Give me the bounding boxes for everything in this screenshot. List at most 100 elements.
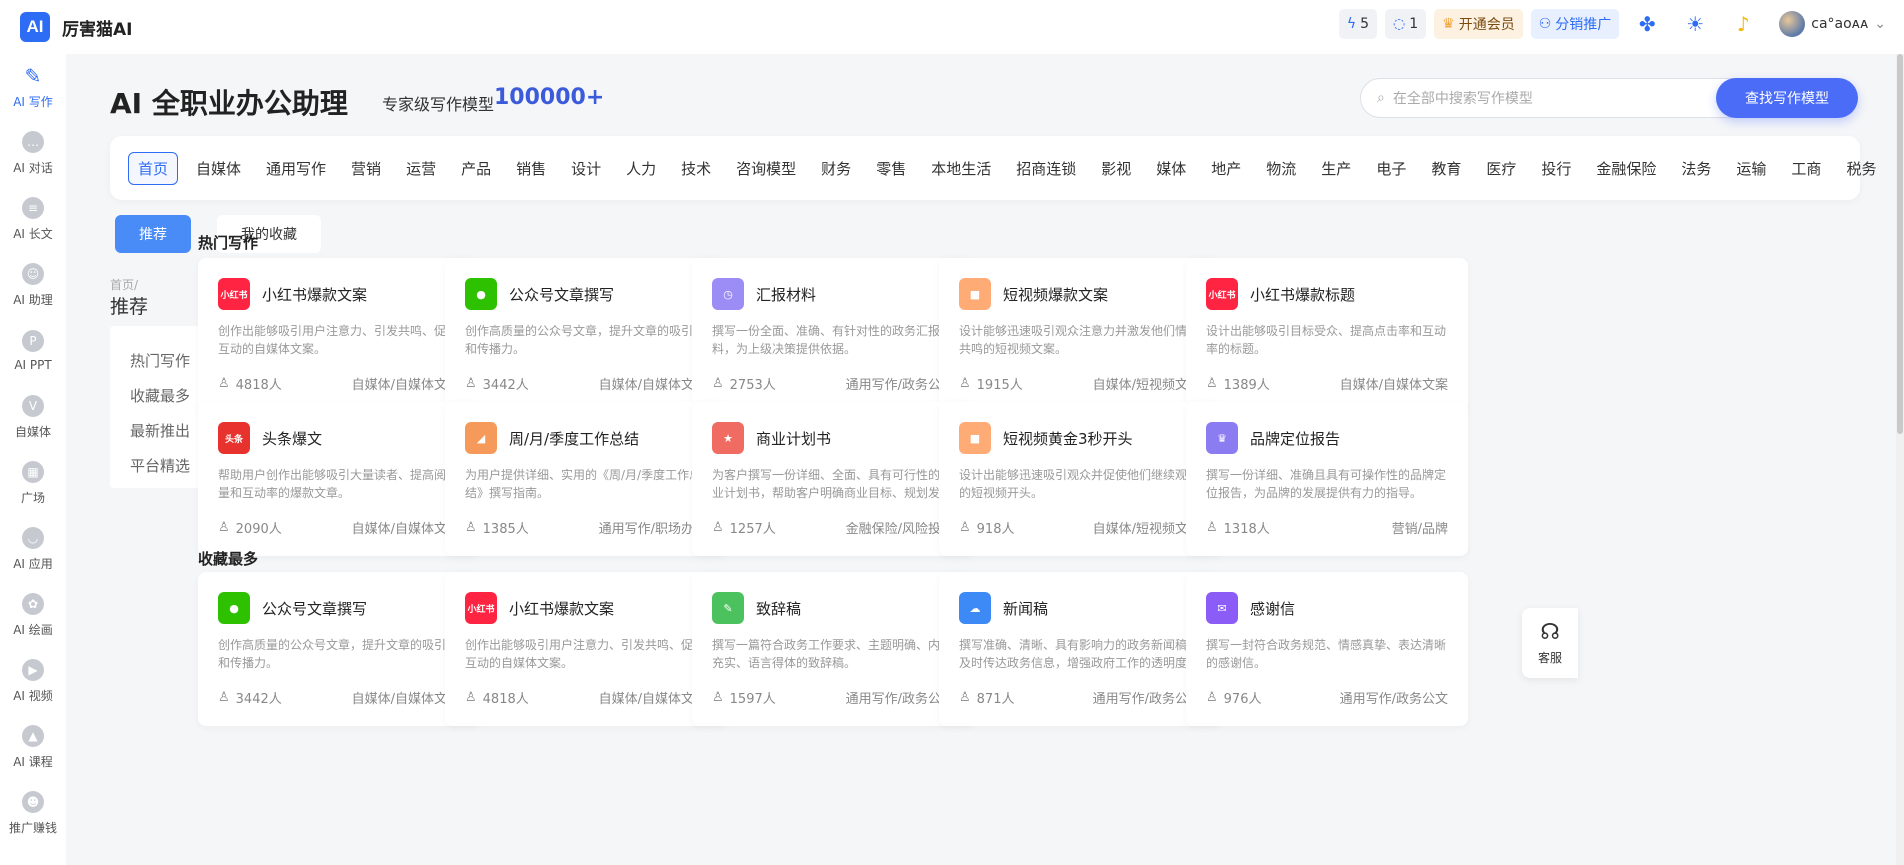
card-header: ◷ 汇报材料	[712, 278, 816, 310]
card-header: 小红书 小红书爆款文案	[465, 592, 614, 624]
category-tab[interactable]: 税务	[1846, 158, 1876, 179]
category-tab[interactable]: 教育	[1431, 158, 1461, 179]
doc-icon: ≡	[22, 196, 44, 219]
sidebar-item[interactable]: P AI PPT	[0, 318, 66, 384]
sidebar-item[interactable]: ☺ AI 助理	[0, 252, 66, 318]
card-title: 短视频爆款文案	[1003, 285, 1109, 304]
category-tab[interactable]: 医疗	[1486, 158, 1516, 179]
model-card[interactable]: 小红书 小红书爆款文案 创作出能够吸引用户注意力、引发共鸣、促进互动的自媒体文案。 ♙…	[198, 258, 480, 412]
card-header: ☁ 新闻稿	[959, 592, 1048, 624]
share-icon: ⚇	[1538, 16, 1552, 32]
course-icon: ▲	[22, 724, 44, 747]
category-tab[interactable]: 金融保险	[1596, 158, 1656, 179]
card-title: 短视频黄金3秒开头	[1003, 429, 1133, 448]
card-footer: ♙ 1915人 自媒体/短视频文案	[959, 374, 1201, 393]
model-card[interactable]: 小红书 小红书爆款文案 创作出能够吸引用户注意力、引发共鸣、促进互动的自媒体文案。 ♙…	[445, 572, 727, 726]
sidebar-item[interactable]: ◡ AI 应用	[0, 516, 66, 582]
scrollbar-thumb[interactable]	[1897, 54, 1903, 434]
category-tab[interactable]: 招商连锁	[1016, 158, 1076, 179]
model-card[interactable]: ✉ 感谢信 撰写一封符合政务规范、情感真挚、表达清晰的感谢信。 ♙ 976人 通用写作/政…	[1186, 572, 1468, 726]
vip-label: 开通会员	[1458, 17, 1515, 33]
card-header: ✉ 感谢信	[1206, 592, 1295, 624]
category-tab[interactable]: 首页	[128, 151, 179, 185]
tab-recommend[interactable]: 推荐	[115, 215, 191, 253]
model-card[interactable]: ◷ 汇报材料 撰写一份全面、准确、有针对性的政务汇报材料，为上级决策提供依据。 ♙ 27…	[692, 258, 974, 412]
category-tab[interactable]: 人力	[626, 158, 656, 179]
model-card[interactable]: 头条 头条爆文 帮助用户创作出能够吸引大量读者、提高阅读量和互动率的爆款文章。 ♙ 20…	[198, 402, 480, 556]
sidebar-item[interactable]: V 自媒体	[0, 384, 66, 450]
sidebar-item[interactable]: ▦ 广场	[0, 450, 66, 516]
category-tab[interactable]: 设计	[571, 158, 601, 179]
sidebar-item[interactable]: ▶ AI 视频	[0, 648, 66, 714]
apps-icon[interactable]: ✤	[1627, 9, 1667, 39]
model-card[interactable]: ■ 短视频黄金3秒开头 设计出能够迅速吸引观众并促使他们继续观看的短视频开头。 ♙ 91…	[939, 402, 1221, 556]
scrollbar[interactable]	[1896, 54, 1904, 865]
category-tab[interactable]: 零售	[876, 158, 906, 179]
model-card[interactable]: ♛ 品牌定位报告 撰写一份详细、准确且具有可操作性的品牌定位报告，为品牌的发展提供有…	[1186, 402, 1468, 556]
theme-sun-icon[interactable]: ☀	[1675, 9, 1715, 39]
card-users: ♙ 1257人	[712, 518, 776, 537]
model-card[interactable]: ✎ 致辞稿 撰写一篇符合政务工作要求、主题明确、内容充实、语言得体的致辞稿。 ♙ 159…	[692, 572, 974, 726]
model-card[interactable]: ■ 短视频爆款文案 设计能够迅速吸引观众注意力并激发他们情感共鸣的短视频文案。 ♙ 19…	[939, 258, 1221, 412]
category-tab[interactable]: 媒体	[1156, 158, 1186, 179]
breadcrumb[interactable]: 首页/	[110, 276, 138, 293]
card-title: 感谢信	[1250, 599, 1296, 618]
vip-button[interactable]: ♛ 开通会员	[1434, 9, 1523, 39]
category-tab[interactable]: 销售	[516, 158, 546, 179]
user-count: 1389人	[1223, 378, 1270, 393]
category-tab[interactable]: 工商	[1791, 158, 1821, 179]
category-tab[interactable]: 电子	[1376, 158, 1406, 179]
category-tab[interactable]: 自媒体	[196, 158, 241, 179]
card-tag: 金融保险/风险投资	[845, 522, 954, 537]
energy-counter[interactable]: ϟ5	[1338, 9, 1377, 39]
sidebar-item[interactable]: ✎ AI 写作	[0, 54, 66, 120]
search-button[interactable]: 查找写作模型	[1716, 78, 1858, 118]
sidebar-item[interactable]: … AI 对话	[0, 120, 66, 186]
palette-icon: ✿	[22, 592, 44, 615]
card-users: ♙ 1385人	[465, 518, 529, 537]
category-tab[interactable]: 营销	[351, 158, 381, 179]
message-counter[interactable]: ◌ 1	[1385, 9, 1427, 39]
sidebar-item[interactable]: ☻ 推广赚钱	[0, 780, 66, 846]
category-tab[interactable]: 通用写作	[266, 158, 326, 179]
category-tab[interactable]: 投行	[1541, 158, 1571, 179]
summary-icon: ◢	[465, 422, 497, 454]
customer-service-button[interactable]: ☊ 客服	[1522, 608, 1578, 678]
category-tab[interactable]: 技术	[681, 158, 711, 179]
user-icon: ♙	[1206, 376, 1218, 391]
category-tab[interactable]: 财务	[821, 158, 851, 179]
sidebar-item[interactable]: ▲ AI 课程	[0, 714, 66, 780]
category-tab[interactable]: 运营	[406, 158, 436, 179]
category-tab[interactable]: 生产	[1321, 158, 1351, 179]
model-card[interactable]: ◢ 周/月/季度工作总结 为用户提供详细、实用的《周/月/季度工作总结》撰写指南。 ♙…	[445, 402, 727, 556]
sidebar-item[interactable]: ✿ AI 绘画	[0, 582, 66, 648]
logo[interactable]: AI 厉害猫AI	[20, 12, 132, 42]
category-tab[interactable]: 产品	[461, 158, 491, 179]
grid-icon: ▦	[22, 460, 44, 483]
user-count: 1597人	[729, 692, 776, 707]
model-card[interactable]: 小红书 小红书爆款标题 设计出能够吸引目标受众、提高点击率和互动率的标题。 ♙ 1389…	[1186, 258, 1468, 412]
category-tab[interactable]: 本地生活	[931, 158, 991, 179]
card-title: 汇报材料	[756, 285, 817, 304]
category-tab[interactable]: 运输	[1736, 158, 1766, 179]
sidebar-item[interactable]: ≡ AI 长文	[0, 186, 66, 252]
category-tab[interactable]: 影视	[1101, 158, 1131, 179]
user-icon: ♙	[1206, 520, 1218, 535]
category-tab[interactable]: 咨询模型	[736, 158, 796, 179]
share-button[interactable]: ⚇ 分销推广	[1530, 9, 1620, 39]
category-tab[interactable]: 物流	[1266, 158, 1296, 179]
model-card[interactable]: ● 公众号文章撰写 创作高质量的公众号文章，提升文章的吸引力和传播力。 ♙ 3442人 自…	[445, 258, 727, 412]
model-card[interactable]: ★ 商业计划书 为客户撰写一份详细、全面、具有可行性的商业计划书，帮助客户明确商业目…	[692, 402, 974, 556]
bell-icon[interactable]: ♪	[1723, 9, 1763, 39]
card-header: ● 公众号文章撰写	[465, 278, 614, 310]
search-icon: ⌕	[1377, 90, 1385, 106]
page-title: AI 全职业办公助理	[110, 87, 348, 120]
toutiao-icon: 头条	[218, 422, 250, 454]
section-title: 热门写作	[198, 234, 259, 252]
category-tab[interactable]: 地产	[1211, 158, 1241, 179]
user-menu[interactable]: ca°aoᴀᴀ ⌄	[1779, 11, 1886, 37]
user-icon: ♙	[465, 520, 477, 535]
category-tab[interactable]: 法务	[1681, 158, 1711, 179]
model-card[interactable]: ● 公众号文章撰写 创作高质量的公众号文章，提升文章的吸引力和传播力。 ♙ 3442人 自…	[198, 572, 480, 726]
model-card[interactable]: ☁ 新闻稿 撰写准确、清晰、具有影响力的政务新闻稿，及时传达政务信息，增强政府工作的…	[939, 572, 1221, 726]
